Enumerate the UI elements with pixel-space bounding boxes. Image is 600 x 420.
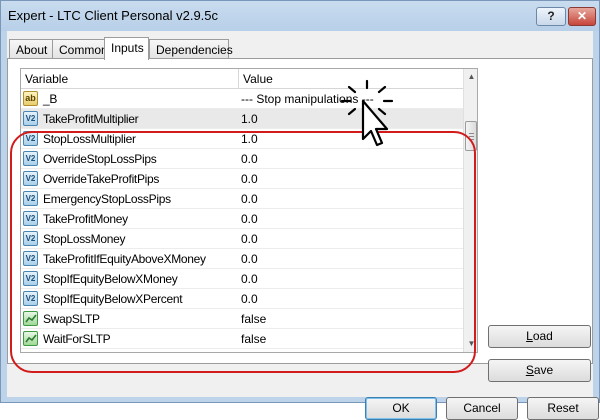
variable-value[interactable]: 0.0 <box>239 169 463 189</box>
reset-button[interactable]: Reset <box>527 397 599 420</box>
variable-value[interactable]: 0.0 <box>239 209 463 229</box>
variable-value[interactable]: --- Stop manipulations --- <box>239 89 463 109</box>
load-button[interactable]: Load <box>488 325 591 348</box>
grid-rows: ab _B --- Stop manipulations --- V2 TakeProf… <box>21 89 463 349</box>
variable-name: TakeProfitMoney <box>43 212 128 226</box>
double-icon: V2 <box>23 131 38 146</box>
column-header-variable[interactable]: Variable <box>21 69 239 89</box>
cancel-button[interactable]: Cancel <box>446 397 518 420</box>
grid-header: Variable Value <box>21 69 463 89</box>
variable-name: EmergencyStopLossPips <box>43 192 171 206</box>
vertical-scrollbar[interactable]: ▲ ▼ <box>463 69 477 352</box>
tab-inputs[interactable]: Inputs <box>104 37 149 60</box>
variable-name: TakeProfitIfEquityAboveXMoney <box>43 252 206 266</box>
close-button[interactable]: ✕ <box>568 7 596 26</box>
table-row[interactable]: V2 StopIfEquityBelowXMoney 0.0 <box>21 269 463 289</box>
expert-dialog: Expert - LTC Client Personal v2.9.5c ? ✕… <box>0 0 600 420</box>
scroll-down-arrow-icon[interactable]: ▼ <box>464 336 477 352</box>
variable-value[interactable]: 0.0 <box>239 249 463 269</box>
variable-name: WaitForSLTP <box>43 332 111 346</box>
table-row[interactable]: V2 TakeProfitMultiplier 1.0 <box>21 109 463 129</box>
tab-about[interactable]: About <box>9 39 53 59</box>
variable-value[interactable]: 0.0 <box>239 289 463 309</box>
ok-button[interactable]: OK <box>365 397 437 420</box>
variable-name: StopLossMultiplier <box>43 132 136 146</box>
variable-value[interactable]: false <box>239 329 463 349</box>
save-button[interactable]: Save <box>488 359 591 382</box>
variable-name: StopIfEquityBelowXPercent <box>43 292 183 306</box>
bool-icon <box>23 331 38 346</box>
variable-name: _B <box>43 92 58 106</box>
table-row[interactable]: V2 TakeProfitMoney 0.0 <box>21 209 463 229</box>
inputs-panel: Variable Value ab _B --- Stop manipulation… <box>7 58 593 373</box>
scroll-thumb[interactable] <box>465 121 477 151</box>
tab-dependencies[interactable]: Dependencies <box>149 39 233 59</box>
variable-name: StopLossMoney <box>43 232 126 246</box>
variable-value[interactable]: false <box>239 309 463 329</box>
variable-name: OverrideTakeProfitPips <box>43 172 160 186</box>
variable-name: TakeProfitMultiplier <box>43 112 139 126</box>
table-row[interactable]: V2 StopLossMoney 0.0 <box>21 229 463 249</box>
window-title: Expert - LTC Client Personal v2.9.5c <box>8 8 219 23</box>
variable-name: StopIfEquityBelowXMoney <box>43 272 178 286</box>
double-icon: V2 <box>23 211 38 226</box>
double-icon: V2 <box>23 291 38 306</box>
inputs-grid: Variable Value ab _B --- Stop manipulation… <box>20 68 478 353</box>
table-row[interactable]: V2 StopLossMultiplier 1.0 <box>21 129 463 149</box>
variable-name: SwapSLTP <box>43 312 100 326</box>
variable-value[interactable]: 0.0 <box>239 229 463 249</box>
table-row[interactable]: V2 StopIfEquityBelowXPercent 0.0 <box>21 289 463 309</box>
variable-name: OverrideStopLossPips <box>43 152 157 166</box>
double-icon: V2 <box>23 151 38 166</box>
variable-value[interactable]: 1.0 <box>239 129 463 149</box>
scroll-up-arrow-icon[interactable]: ▲ <box>464 69 477 85</box>
double-icon: V2 <box>23 191 38 206</box>
table-row[interactable]: V2 TakeProfitIfEquityAboveXMoney 0.0 <box>21 249 463 269</box>
variable-value[interactable]: 0.0 <box>239 269 463 289</box>
variable-value[interactable]: 0.0 <box>239 189 463 209</box>
double-icon: V2 <box>23 231 38 246</box>
double-icon: V2 <box>23 251 38 266</box>
column-header-value[interactable]: Value <box>239 69 463 89</box>
title-bar[interactable]: Expert - LTC Client Personal v2.9.5c ? ✕ <box>1 1 599 31</box>
double-icon: V2 <box>23 171 38 186</box>
table-row[interactable]: V2 OverrideTakeProfitPips 0.0 <box>21 169 463 189</box>
variable-value[interactable]: 0.0 <box>239 149 463 169</box>
table-row[interactable]: V2 OverrideStopLossPips 0.0 <box>21 149 463 169</box>
bool-icon <box>23 311 38 326</box>
double-icon: V2 <box>23 111 38 126</box>
dialog-client-area: About Common Inputs Dependencies Variabl… <box>7 31 599 420</box>
table-row[interactable]: WaitForSLTP false <box>21 329 463 349</box>
table-row[interactable]: SwapSLTP false <box>21 309 463 329</box>
variable-value[interactable]: 1.0 <box>239 109 463 129</box>
string-icon: ab <box>23 91 38 106</box>
table-row[interactable]: V2 EmergencyStopLossPips 0.0 <box>21 189 463 209</box>
double-icon: V2 <box>23 271 38 286</box>
help-button[interactable]: ? <box>536 7 566 26</box>
tab-common[interactable]: Common <box>52 39 108 59</box>
table-row[interactable]: ab _B --- Stop manipulations --- <box>21 89 463 109</box>
